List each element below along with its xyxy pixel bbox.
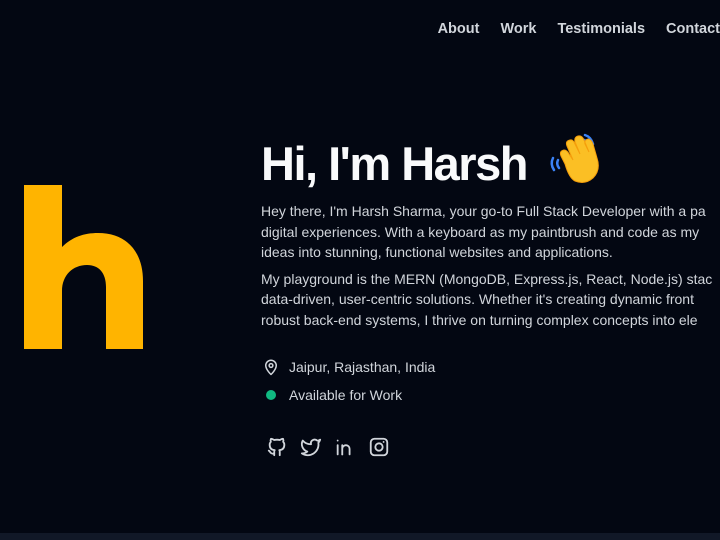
logo-h-icon [24,185,143,349]
top-nav: About Work Testimonials Contact [438,19,720,39]
location-row: Jaipur, Rajasthan, India [261,356,720,378]
location-text: Jaipur, Rajasthan, India [289,359,436,375]
github-icon [267,437,286,457]
intro-line: digital experiences. With a keyboard as … [261,223,700,240]
twitter-link[interactable] [299,435,323,459]
nav-work[interactable]: Work [500,19,536,39]
hero-title-text: Hi, I'm Harsh [261,137,528,190]
instagram-icon [369,437,389,457]
social-links [265,435,720,459]
intro-paragraph: Hey there, I'm Harsh Sharma, your go-to … [261,201,720,263]
nav-testimonials[interactable]: Testimonials [557,19,645,39]
stack-line: robust back-end systems, I thrive on tur… [261,311,698,328]
nav-contact[interactable]: Contact [666,19,720,39]
waving-hand-icon [547,132,603,196]
availability-row: Available for Work [261,384,720,406]
availability-text: Available for Work [289,387,403,403]
logo-h [22,185,147,365]
bottom-divider [0,533,720,540]
hero-title: Hi, I'm Harsh [261,133,720,192]
instagram-link[interactable] [367,435,391,459]
meta-info: Jaipur, Rajasthan, India Available for W… [261,356,720,406]
stack-line: data-driven, user-centric solutions. Whe… [261,291,694,307]
intro-line: ideas into stunning, functional websites… [261,244,613,260]
stack-line: My playground is the MERN (MongoDB, Expr… [261,270,713,287]
twitter-icon [300,438,322,457]
intro-line: Hey there, I'm Harsh Sharma, your go-to … [261,203,706,219]
map-pin-icon [261,357,281,377]
hero-section: Hi, I'm Harsh Hey there, I'm Harsh Sharm… [261,133,720,459]
nav-about[interactable]: About [438,19,480,39]
linkedin-link[interactable] [333,435,357,459]
linkedin-icon [336,439,351,456]
github-link[interactable] [265,435,289,459]
stack-paragraph: My playground is the MERN (MongoDB, Expr… [261,269,720,331]
status-dot-icon [266,390,276,400]
